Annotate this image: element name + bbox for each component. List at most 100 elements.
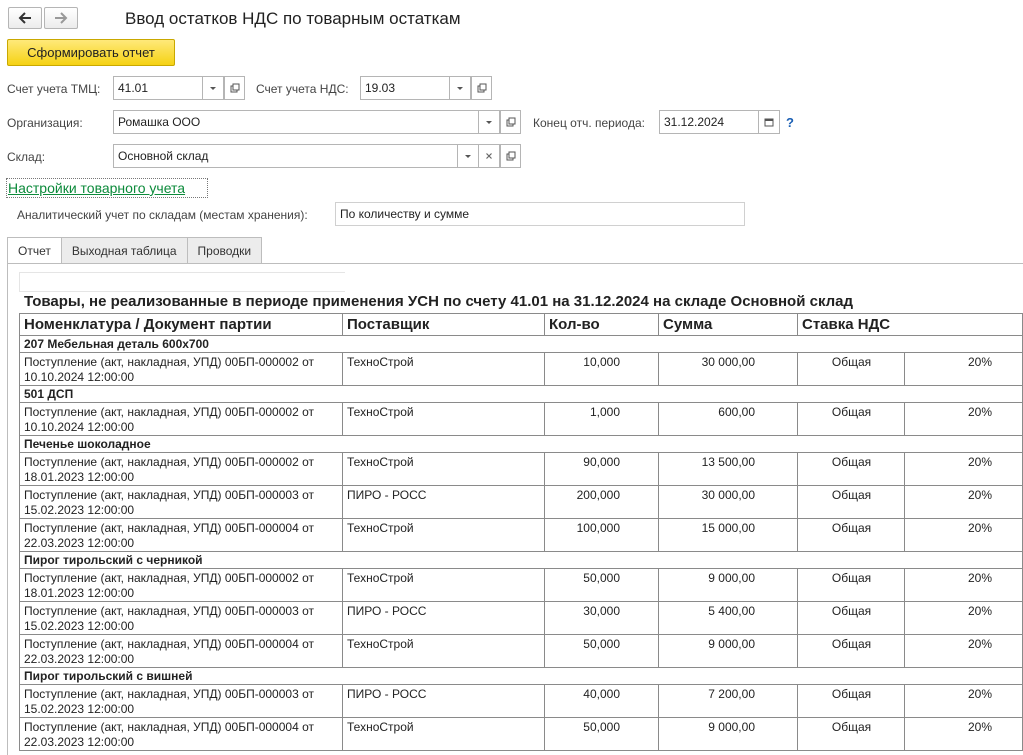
open-icon bbox=[506, 117, 515, 127]
open-icon bbox=[230, 83, 239, 93]
sum-cell: 13 500,00 bbox=[658, 452, 798, 486]
vat-rate-cell: 20% bbox=[904, 485, 1023, 519]
analytics-value: По количеству и сумме bbox=[335, 202, 745, 226]
vat-account-label: Счет учета НДС: bbox=[256, 82, 349, 96]
vat-rate-cell: 20% bbox=[904, 601, 1023, 635]
qty-cell: 90,000 bbox=[544, 452, 659, 486]
group-row[interactable]: 501 ДСП bbox=[19, 385, 1023, 403]
calendar-icon bbox=[764, 118, 774, 127]
sum-cell: 30 000,00 bbox=[658, 485, 798, 519]
close-icon bbox=[486, 153, 492, 159]
table-row[interactable]: Поступление (акт, накладная, УПД) 00БП-0… bbox=[19, 352, 1023, 386]
supplier-cell: ТехноСтрой bbox=[342, 452, 545, 486]
organization-label: Организация: bbox=[7, 116, 83, 130]
group-name: 207 Мебельная деталь 600x700 bbox=[19, 335, 1023, 353]
table-row[interactable]: Поступление (акт, накладная, УПД) 00БП-0… bbox=[19, 568, 1023, 602]
help-icon[interactable]: ? bbox=[786, 115, 794, 130]
tmc-account-dropdown-button[interactable] bbox=[203, 76, 224, 100]
col-header-vat-rate: Ставка НДС bbox=[797, 313, 1023, 336]
vat-type-cell: Общая bbox=[797, 402, 905, 436]
vat-rate-cell: 20% bbox=[904, 568, 1023, 602]
chevron-down-icon bbox=[465, 155, 471, 158]
table-row[interactable]: Поступление (акт, накладная, УПД) 00БП-0… bbox=[19, 684, 1023, 718]
tmc-account-label: Счет учета ТМЦ: bbox=[7, 82, 101, 96]
qty-cell: 1,000 bbox=[544, 402, 659, 436]
back-button[interactable] bbox=[8, 7, 42, 29]
tmc-account-open-button[interactable] bbox=[224, 76, 245, 100]
generate-report-button[interactable]: Сформировать отчет bbox=[7, 39, 175, 66]
vat-rate-cell: 20% bbox=[904, 634, 1023, 668]
qty-cell: 50,000 bbox=[544, 568, 659, 602]
vat-type-cell: Общая bbox=[797, 352, 905, 386]
warehouse-label: Склад: bbox=[7, 150, 46, 164]
vat-type-cell: Общая bbox=[797, 518, 905, 552]
vat-type-cell: Общая bbox=[797, 485, 905, 519]
col-header-sum: Сумма bbox=[658, 313, 798, 336]
page-title: Ввод остатков НДС по товарным остаткам bbox=[125, 9, 461, 28]
document-cell: Поступление (акт, накладная, УПД) 00БП-0… bbox=[19, 601, 343, 635]
warehouse-open-button[interactable] bbox=[500, 144, 521, 168]
document-cell: Поступление (акт, накладная, УПД) 00БП-0… bbox=[19, 684, 343, 718]
vat-rate-cell: 20% bbox=[904, 518, 1023, 552]
sum-cell: 7 200,00 bbox=[658, 684, 798, 718]
table-row[interactable]: Поступление (акт, накладная, УПД) 00БП-0… bbox=[19, 452, 1023, 486]
tab-report[interactable]: Отчет bbox=[7, 237, 62, 264]
vat-account-dropdown-button[interactable] bbox=[450, 76, 471, 100]
tmc-account-field[interactable]: 41.01 bbox=[113, 76, 203, 100]
group-name: 501 ДСП bbox=[19, 385, 1023, 403]
arrow-right-icon bbox=[55, 12, 68, 24]
chevron-down-icon bbox=[486, 121, 492, 124]
group-row[interactable]: 207 Мебельная деталь 600x700 bbox=[19, 335, 1023, 353]
document-cell: Поступление (акт, накладная, УПД) 00БП-0… bbox=[19, 352, 343, 386]
document-cell: Поступление (акт, накладная, УПД) 00БП-0… bbox=[19, 518, 343, 552]
group-row[interactable]: Пирог тирольский с вишней bbox=[19, 667, 1023, 685]
warehouse-dropdown-button[interactable] bbox=[458, 144, 479, 168]
vat-rate-cell: 20% bbox=[904, 684, 1023, 718]
supplier-cell: ТехноСтрой bbox=[342, 352, 545, 386]
sum-cell: 600,00 bbox=[658, 402, 798, 436]
group-row[interactable]: Печенье шоколадное bbox=[19, 435, 1023, 453]
table-row[interactable]: Поступление (акт, накладная, УПД) 00БП-0… bbox=[19, 485, 1023, 519]
vat-type-cell: Общая bbox=[797, 717, 905, 751]
vat-type-cell: Общая bbox=[797, 568, 905, 602]
document-cell: Поступление (акт, накладная, УПД) 00БП-0… bbox=[19, 452, 343, 486]
table-row[interactable]: Поступление (акт, накладная, УПД) 00БП-0… bbox=[19, 601, 1023, 635]
vat-account-open-button[interactable] bbox=[471, 76, 492, 100]
forward-button[interactable] bbox=[44, 7, 78, 29]
inventory-settings-link[interactable]: Настройки товарного учета bbox=[8, 180, 185, 196]
warehouse-field[interactable]: Основной склад bbox=[113, 144, 458, 168]
organization-open-button[interactable] bbox=[500, 110, 521, 134]
calendar-button[interactable] bbox=[759, 110, 780, 134]
qty-cell: 30,000 bbox=[544, 601, 659, 635]
document-cell: Поступление (акт, накладная, УПД) 00БП-0… bbox=[19, 485, 343, 519]
table-header: Номенклатура / Документ партии Поставщик… bbox=[19, 313, 1023, 336]
vat-rate-cell: 20% bbox=[904, 402, 1023, 436]
table-row[interactable]: Поступление (акт, накладная, УПД) 00БП-0… bbox=[19, 634, 1023, 668]
tab-postings[interactable]: Проводки bbox=[186, 237, 263, 264]
report-table: Номенклатура / Документ партии Поставщик… bbox=[19, 313, 1023, 751]
group-name: Пирог тирольский с вишней bbox=[19, 667, 1023, 685]
table-row[interactable]: Поступление (акт, накладная, УПД) 00БП-0… bbox=[19, 402, 1023, 436]
supplier-cell: ТехноСтрой bbox=[342, 518, 545, 552]
vat-rate-cell: 20% bbox=[904, 452, 1023, 486]
report-title: Товары, не реализованные в периоде приме… bbox=[24, 293, 854, 310]
warehouse-clear-button[interactable] bbox=[479, 144, 500, 168]
document-cell: Поступление (акт, накладная, УПД) 00БП-0… bbox=[19, 717, 343, 751]
table-row[interactable]: Поступление (акт, накладная, УПД) 00БП-0… bbox=[19, 717, 1023, 751]
group-row[interactable]: Пирог тирольский с черникой bbox=[19, 551, 1023, 569]
document-cell: Поступление (акт, накладная, УПД) 00БП-0… bbox=[19, 402, 343, 436]
supplier-cell: ПИРО - РОСС bbox=[342, 684, 545, 718]
organization-dropdown-button[interactable] bbox=[479, 110, 500, 134]
qty-cell: 40,000 bbox=[544, 684, 659, 718]
tab-output-table[interactable]: Выходная таблица bbox=[60, 237, 188, 264]
vat-account-field[interactable]: 19.03 bbox=[360, 76, 450, 100]
sum-cell: 9 000,00 bbox=[658, 634, 798, 668]
table-row[interactable]: Поступление (акт, накладная, УПД) 00БП-0… bbox=[19, 518, 1023, 552]
sum-cell: 15 000,00 bbox=[658, 518, 798, 552]
group-name: Пирог тирольский с черникой bbox=[19, 551, 1023, 569]
period-end-field[interactable]: 31.12.2024 bbox=[659, 110, 759, 134]
document-cell: Поступление (акт, накладная, УПД) 00БП-0… bbox=[19, 634, 343, 668]
vat-type-cell: Общая bbox=[797, 601, 905, 635]
chevron-down-icon bbox=[210, 87, 216, 90]
organization-field[interactable]: Ромашка ООО bbox=[113, 110, 479, 134]
